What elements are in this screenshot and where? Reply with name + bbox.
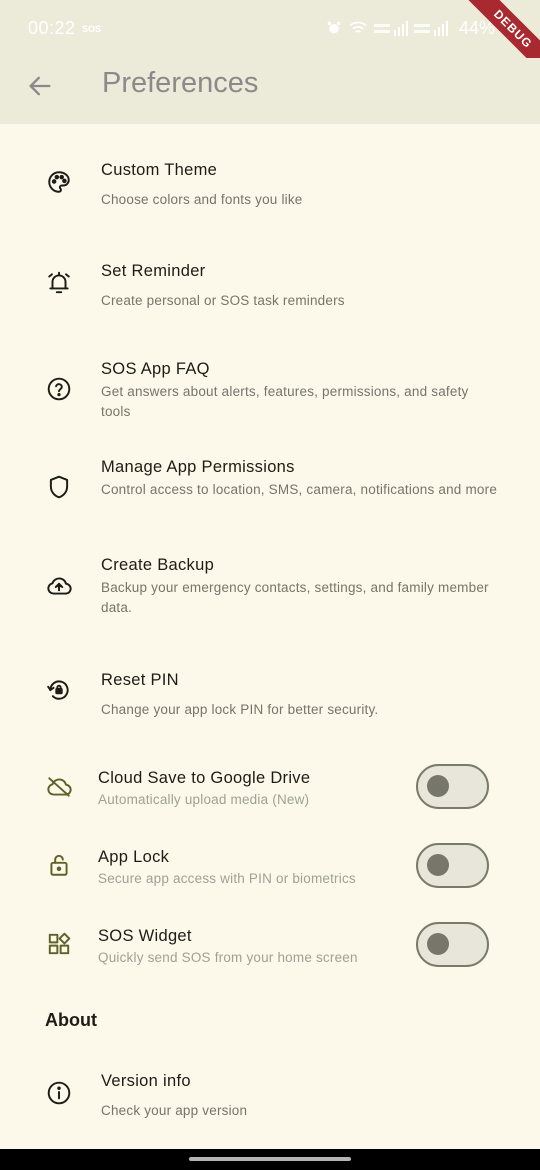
- info-icon: [44, 1078, 74, 1108]
- cloud-off-icon: [44, 772, 74, 802]
- toggle-subtitle: Quickly send SOS from your home screen: [98, 950, 358, 965]
- toggle-row-app-lock: App Lock Secure app access with PIN or b…: [0, 834, 540, 899]
- status-bar: 00:22 SOS 44%: [0, 0, 540, 58]
- status-time: 00:22: [28, 18, 76, 38]
- row-title: Create Backup: [101, 556, 215, 574]
- row-title: Version info: [101, 1072, 191, 1090]
- switch-knob: [427, 933, 449, 955]
- row-title: Manage App Permissions: [101, 458, 295, 476]
- shield-icon: [44, 472, 74, 502]
- row-subtitle: Choose colors and fonts you like: [101, 192, 303, 207]
- preference-create-backup[interactable]: Create Backup Backup your emergency cont…: [0, 540, 540, 630]
- back-button[interactable]: [24, 70, 56, 102]
- row-subtitle: Create personal or SOS task reminders: [101, 293, 345, 308]
- row-subtitle: Change your app lock PIN for better secu…: [101, 702, 379, 717]
- switch-knob: [427, 854, 449, 876]
- app-lock-switch[interactable]: [416, 843, 489, 888]
- row-title: SOS App FAQ: [101, 360, 210, 378]
- toggle-title: App Lock: [98, 848, 170, 866]
- cloud-save-switch[interactable]: [416, 764, 489, 809]
- signal-2-status-icon: [414, 21, 448, 36]
- toggle-title: SOS Widget: [98, 927, 192, 945]
- row-subtitle: Backup your emergency contacts, settings…: [101, 580, 489, 615]
- row-subtitle: Control access to location, SMS, camera,…: [101, 482, 498, 497]
- help-icon: [44, 374, 74, 404]
- row-title: Set Reminder: [101, 262, 206, 280]
- cloud-upload-icon: [44, 571, 74, 601]
- preference-custom-theme[interactable]: Custom Theme Choose colors and fonts you…: [0, 140, 540, 230]
- row-subtitle: Get answers about alerts, features, perm…: [101, 384, 469, 419]
- status-icons: [326, 18, 448, 38]
- wifi-status-icon: [349, 21, 367, 33]
- toggle-row-sos-widget: SOS Widget Quickly send SOS from your ho…: [0, 913, 540, 978]
- arrow-back-icon: [29, 76, 51, 96]
- palette-icon: [44, 167, 74, 197]
- preference-reset-pin[interactable]: Reset PIN Change your app lock PIN for b…: [0, 650, 540, 740]
- row-title: Custom Theme: [101, 161, 218, 179]
- switch-knob: [427, 775, 449, 797]
- preference-version-info[interactable]: Version info Check your app version: [0, 1050, 540, 1140]
- about-heading: About: [45, 1010, 97, 1030]
- toggle-subtitle: Automatically upload media (New): [98, 792, 310, 807]
- row-subtitle: Check your app version: [101, 1103, 248, 1118]
- signal-1-status-icon: [374, 21, 408, 36]
- status-sos-label: SOS: [82, 24, 102, 34]
- home-gesture-handle[interactable]: [189, 1157, 351, 1161]
- alarm-icon: [44, 268, 74, 298]
- preference-permissions[interactable]: Manage App Permissions Control access to…: [0, 440, 540, 530]
- lock-open-icon: [44, 850, 74, 880]
- widgets-icon: [44, 929, 74, 959]
- toggle-row-cloud-save: Cloud Save to Google Drive Automatically…: [0, 755, 540, 820]
- row-title: Reset PIN: [101, 671, 179, 689]
- lock-reset-icon: [44, 675, 74, 705]
- alarm-status-icon: [327, 21, 341, 34]
- toggle-subtitle: Secure app access with PIN or biometrics: [98, 871, 356, 886]
- preference-faq[interactable]: SOS App FAQ Get answers about alerts, fe…: [0, 340, 540, 430]
- sos-widget-switch[interactable]: [416, 922, 489, 967]
- system-nav-bar: [0, 1149, 540, 1170]
- app-bar: Preferences: [0, 58, 540, 124]
- page-title: Preferences: [102, 67, 259, 99]
- toggle-title: Cloud Save to Google Drive: [98, 769, 311, 787]
- preference-set-reminder[interactable]: Set Reminder Create personal or SOS task…: [0, 240, 540, 330]
